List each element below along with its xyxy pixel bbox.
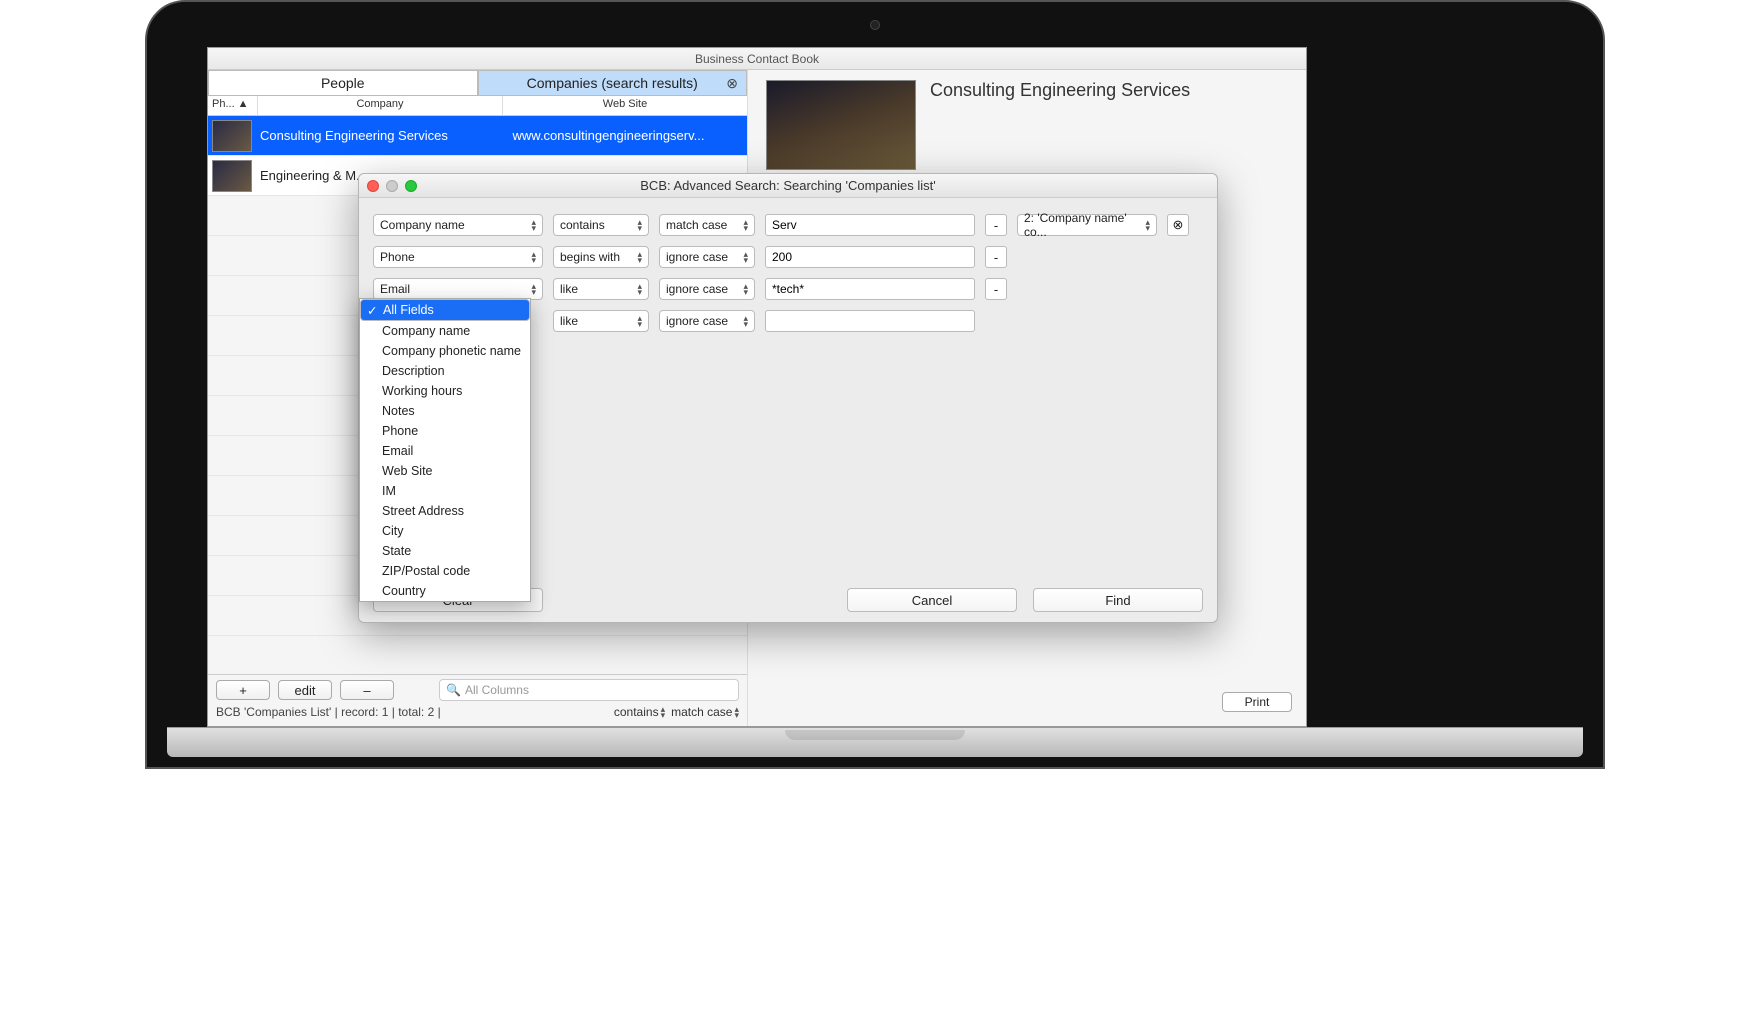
search-row: Phone▴▾ begins with▴▾ ignore case▴▾ - — [373, 246, 1203, 268]
chevrons-icon: ▴▾ — [637, 251, 642, 263]
remove-row-button[interactable]: - — [985, 278, 1007, 300]
dropdown-option[interactable]: Phone — [360, 421, 530, 441]
print-button[interactable]: Print — [1222, 692, 1292, 712]
dropdown-option[interactable]: Street Address — [360, 501, 530, 521]
tab-companies[interactable]: Companies (search results) ⊗ — [478, 70, 748, 96]
contains-select[interactable]: contains▴▾ — [614, 705, 665, 719]
columns-header: Ph... ▲ Company Web Site — [208, 96, 747, 116]
chevrons-icon: ▴▾ — [743, 315, 748, 327]
dropdown-option[interactable]: City — [360, 521, 530, 541]
add-button[interactable]: + — [216, 680, 270, 700]
chevrons-icon: ▴▾ — [637, 219, 642, 231]
chevrons-icon: ▴▾ — [531, 251, 536, 263]
field-dropdown[interactable]: All FieldsCompany nameCompany phonetic n… — [359, 298, 531, 602]
value-input[interactable] — [765, 310, 975, 332]
cancel-button[interactable]: Cancel — [847, 588, 1017, 612]
table-row[interactable]: Consulting Engineering Services www.cons… — [208, 116, 747, 156]
case-select[interactable]: ignore case▴▾ — [659, 246, 755, 268]
dropdown-option[interactable]: All Fields — [360, 299, 530, 321]
case-select[interactable]: ignore case▴▾ — [659, 310, 755, 332]
field-select[interactable]: Email▴▾ — [373, 278, 543, 300]
value-input[interactable] — [765, 214, 975, 236]
operator-select[interactable]: begins with▴▾ — [553, 246, 649, 268]
close-icon[interactable]: ⊗ — [726, 75, 738, 92]
chevrons-icon: ▴▾ — [1145, 219, 1150, 231]
field-select[interactable]: Company name▴▾ — [373, 214, 543, 236]
laptop-bezel: Business Contact Book People Companies (… — [145, 0, 1605, 769]
remove-button[interactable]: – — [340, 680, 394, 700]
case-select[interactable]: ignore case▴▾ — [659, 278, 755, 300]
dropdown-option[interactable]: Company name — [360, 321, 530, 341]
chevrons-icon: ▴▾ — [661, 706, 666, 718]
dropdown-option[interactable]: ZIP/Postal code — [360, 561, 530, 581]
dialog-title: BCB: Advanced Search: Searching 'Compani… — [359, 178, 1217, 193]
operator-select[interactable]: like▴▾ — [553, 310, 649, 332]
matchcase-select[interactable]: match case▴▾ — [671, 705, 739, 719]
company-name-cell: Consulting Engineering Services — [256, 128, 476, 143]
operator-select[interactable]: contains▴▾ — [553, 214, 649, 236]
chevrons-icon: ▴▾ — [743, 219, 748, 231]
search-input[interactable]: 🔍 All Columns — [439, 679, 739, 701]
dialog-titlebar: BCB: Advanced Search: Searching 'Compani… — [359, 174, 1217, 198]
dropdown-option[interactable]: Notes — [360, 401, 530, 421]
value-input[interactable] — [765, 278, 975, 300]
tab-companies-label: Companies (search results) — [527, 75, 698, 91]
window-title: Business Contact Book — [208, 48, 1306, 70]
dropdown-option[interactable]: Web Site — [360, 461, 530, 481]
edit-button[interactable]: edit — [278, 680, 332, 700]
column-website[interactable]: Web Site — [503, 96, 747, 115]
column-photo[interactable]: Ph... ▲ — [208, 96, 258, 115]
dropdown-option[interactable]: State — [360, 541, 530, 561]
chevrons-icon: ▴▾ — [531, 283, 536, 295]
dropdown-option[interactable]: Email — [360, 441, 530, 461]
search-icon: 🔍 — [446, 683, 461, 697]
remove-row-button[interactable]: - — [985, 214, 1007, 236]
find-button[interactable]: Find — [1033, 588, 1203, 612]
dialog-body: Company name▴▾ contains▴▾ match case▴▾ -… — [359, 198, 1217, 578]
operator-select[interactable]: like▴▾ — [553, 278, 649, 300]
dropdown-option[interactable]: Working hours — [360, 381, 530, 401]
chevrons-icon: ▴▾ — [531, 219, 536, 231]
screen: Business Contact Book People Companies (… — [207, 47, 1307, 727]
camera-dot — [870, 20, 880, 30]
search-row: Company name▴▾ contains▴▾ match case▴▾ -… — [373, 214, 1203, 236]
dropdown-option[interactable]: Country — [360, 581, 530, 601]
company-site-cell: www.consultingengineeringserv... — [476, 128, 747, 143]
chevrons-icon: ▴▾ — [743, 251, 748, 263]
field-select[interactable]: Phone▴▾ — [373, 246, 543, 268]
search-placeholder: All Columns — [465, 683, 529, 697]
tab-people[interactable]: People — [208, 70, 478, 96]
value-input[interactable] — [765, 246, 975, 268]
laptop-base — [167, 727, 1583, 757]
dropdown-option[interactable]: Company phonetic name — [360, 341, 530, 361]
detail-photo — [766, 80, 916, 170]
chevrons-icon: ▴▾ — [743, 283, 748, 295]
clear-all-button[interactable]: ⊗ — [1167, 214, 1189, 236]
search-row: Email▴▾ like▴▾ ignore case▴▾ - — [373, 278, 1203, 300]
bottom-bar: + edit – 🔍 All Columns BCB 'Companies Li… — [208, 674, 747, 726]
case-select[interactable]: match case▴▾ — [659, 214, 755, 236]
advanced-search-dialog: BCB: Advanced Search: Searching 'Compani… — [358, 173, 1218, 623]
column-company[interactable]: Company — [258, 96, 503, 115]
status-text: BCB 'Companies List' | record: 1 | total… — [216, 705, 441, 719]
company-thumb — [212, 120, 252, 152]
summary-select[interactable]: 2: 'Company name' co...▴▾ — [1017, 214, 1157, 236]
remove-row-button[interactable]: - — [985, 246, 1007, 268]
company-thumb — [212, 160, 252, 192]
tab-people-label: People — [321, 75, 365, 91]
chevrons-icon: ▴▾ — [637, 315, 642, 327]
chevrons-icon: ▴▾ — [637, 283, 642, 295]
chevrons-icon: ▴▾ — [734, 706, 739, 718]
dropdown-option[interactable]: Description — [360, 361, 530, 381]
dropdown-option[interactable]: IM — [360, 481, 530, 501]
